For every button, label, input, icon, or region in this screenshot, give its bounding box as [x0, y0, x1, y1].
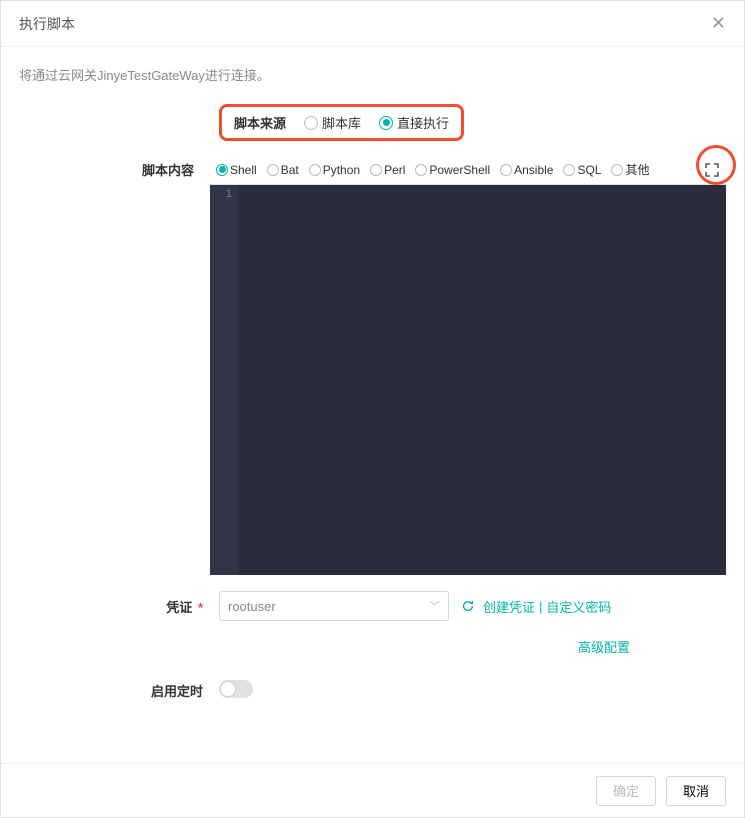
radio-label: Shell: [230, 163, 257, 177]
radio-icon: [379, 116, 393, 130]
required-marker: *: [198, 600, 203, 615]
code-area[interactable]: [238, 185, 726, 575]
divider: |: [539, 599, 542, 614]
radio-script-library[interactable]: 脚本库: [304, 113, 361, 132]
credentials-label: 凭证: [166, 600, 192, 615]
cancel-button[interactable]: 取消: [666, 776, 726, 806]
schedule-toggle[interactable]: [219, 680, 253, 698]
radio-icon: [563, 164, 575, 176]
lang-powershell[interactable]: PowerShell: [415, 163, 490, 177]
credentials-select[interactable]: rootuser ﹀: [219, 591, 449, 621]
lang-ansible[interactable]: Ansible: [500, 163, 553, 177]
refresh-icon[interactable]: [461, 598, 477, 614]
radio-label: 其他: [625, 161, 649, 178]
language-bar: Shell Bat Python Perl: [210, 157, 726, 185]
radio-icon: [611, 164, 623, 176]
chevron-down-icon: ﹀: [429, 598, 440, 614]
credentials-value: rootuser: [228, 599, 276, 614]
ok-button[interactable]: 确定: [596, 776, 656, 806]
radio-label: Ansible: [514, 163, 553, 177]
lang-sql[interactable]: SQL: [563, 163, 601, 177]
radio-icon: [500, 164, 512, 176]
radio-label: SQL: [577, 163, 601, 177]
radio-label: Python: [323, 163, 360, 177]
lang-bat[interactable]: Bat: [267, 163, 299, 177]
lang-shell[interactable]: Shell: [216, 163, 257, 177]
radio-icon: [216, 164, 228, 176]
radio-label: PowerShell: [429, 163, 490, 177]
lang-perl[interactable]: Perl: [370, 163, 405, 177]
radio-label: Perl: [384, 163, 405, 177]
radio-icon: [304, 116, 318, 130]
content-label: 脚本内容: [19, 157, 210, 179]
source-label: 脚本来源: [234, 113, 286, 132]
gutter-line-number: 1: [210, 188, 232, 200]
lang-other[interactable]: 其他: [611, 161, 649, 178]
lang-python[interactable]: Python: [309, 163, 360, 177]
radio-label: 脚本库: [322, 113, 361, 132]
advanced-config-link[interactable]: 高级配置: [578, 637, 630, 656]
radio-icon: [267, 164, 279, 176]
radio-icon: [370, 164, 382, 176]
dialog-title: 执行脚本: [19, 14, 75, 34]
annotation-source-highlight: 脚本来源 脚本库 直接执行: [219, 104, 464, 141]
create-credentials-link[interactable]: 创建凭证: [483, 597, 535, 616]
radio-icon: [309, 164, 321, 176]
code-editor[interactable]: 1: [210, 185, 726, 575]
radio-icon: [415, 164, 427, 176]
radio-label: 直接执行: [397, 113, 449, 132]
radio-label: Bat: [281, 163, 299, 177]
schedule-label: 启用定时: [19, 680, 219, 700]
radio-direct-execute[interactable]: 直接执行: [379, 113, 449, 132]
fullscreen-icon[interactable]: [704, 162, 720, 178]
connection-subtitle: 将通过云网关JinyeTestGateWay进行连接。: [19, 65, 726, 84]
custom-password-link[interactable]: 自定义密码: [546, 597, 611, 616]
close-icon[interactable]: ✕: [711, 13, 726, 34]
editor-gutter: 1: [210, 185, 238, 575]
